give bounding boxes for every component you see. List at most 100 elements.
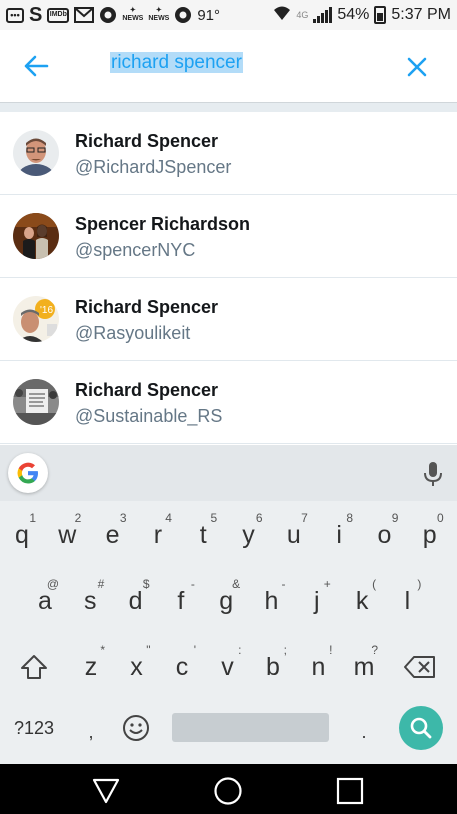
key-j[interactable]: j + — [297, 573, 337, 629]
key-letter: t — [199, 521, 207, 549]
battery-icon — [374, 6, 387, 24]
key-letter: e — [105, 521, 120, 549]
couple-photo-avatar — [13, 213, 59, 259]
avatar[interactable] — [13, 213, 59, 259]
key-s[interactable]: s # — [70, 573, 110, 629]
nav-home-button[interactable] — [213, 776, 243, 806]
clear-search-button[interactable] — [404, 54, 430, 80]
avatar[interactable]: '16 — [13, 296, 59, 342]
key-letter: z — [84, 653, 98, 681]
key-letter: j — [314, 587, 320, 615]
key-w[interactable]: w2 — [47, 507, 87, 563]
network-type: 4G — [296, 10, 309, 20]
arrow-left-icon — [24, 55, 49, 77]
key-hint: ( — [372, 577, 377, 591]
user-result-row[interactable]: Richard Spencer @Sustainable_RS — [0, 361, 457, 444]
key-hint: 7 — [301, 511, 308, 525]
key-u[interactable]: u7 — [274, 507, 314, 563]
key-h[interactable]: h- — [252, 573, 292, 629]
key-k[interactable]: k( — [342, 573, 382, 629]
key-m[interactable]: m? — [344, 639, 384, 695]
black-and-white-protest-photo-avatar — [13, 379, 59, 425]
nav-recents-button[interactable] — [335, 776, 365, 806]
backspace-key[interactable] — [398, 647, 442, 687]
result-handle: @RichardJSpencer — [75, 157, 232, 177]
avatar[interactable] — [13, 130, 59, 176]
news-label: NEWS — [148, 15, 170, 22]
key-y[interactable]: y6 — [229, 507, 269, 563]
key-letter: p — [422, 521, 437, 549]
comma-key[interactable]: , — [74, 717, 108, 747]
news-label: NEWS — [122, 15, 144, 22]
key-b[interactable]: b; — [253, 639, 293, 695]
smiley-icon — [123, 715, 149, 741]
header-divider — [0, 102, 457, 112]
key-f[interactable]: f- — [161, 573, 201, 629]
chrome-icon — [174, 6, 192, 24]
key-i[interactable]: i8 — [319, 507, 359, 563]
imdb-icon: IMDb — [47, 7, 70, 23]
key-letter: r — [153, 521, 163, 549]
home-circle-icon — [214, 777, 242, 805]
key-a[interactable]: a @ — [25, 573, 65, 629]
key-hint: & — [232, 577, 241, 591]
notification-icons: ••• S IMDb ✦ NEWS ✦ NEWS 91° — [6, 3, 220, 26]
key-letter: k — [355, 587, 369, 615]
key-x[interactable]: x " — [117, 639, 157, 695]
symbols-key[interactable]: ?123 — [6, 713, 62, 743]
keyboard-search-button[interactable] — [399, 706, 443, 750]
key-r[interactable]: r4 — [138, 507, 178, 563]
key-hint: 1 — [29, 511, 36, 525]
key-p[interactable]: p0 — [410, 507, 450, 563]
close-icon — [407, 57, 427, 77]
key-d[interactable]: d $ — [116, 573, 156, 629]
key-hint: - — [281, 577, 286, 591]
portrait-with-glasses-avatar — [13, 130, 59, 176]
key-letter: w — [58, 521, 77, 549]
voice-input-button[interactable] — [422, 461, 444, 487]
news-icon: ✦ NEWS — [122, 7, 144, 22]
result-handle: @Rasyoulikeit — [75, 323, 191, 343]
key-hint: * — [100, 643, 105, 657]
space-key[interactable] — [172, 713, 329, 742]
user-result-row[interactable]: Spencer Richardson @spencerNYC — [0, 195, 457, 278]
period-key[interactable]: . — [348, 717, 380, 747]
nav-back-button[interactable] — [91, 776, 121, 806]
key-letter: i — [336, 521, 342, 549]
result-name: Spencer Richardson — [75, 214, 251, 234]
key-o[interactable]: o9 — [364, 507, 404, 563]
emoji-key[interactable] — [118, 711, 154, 745]
back-button[interactable] — [22, 54, 50, 78]
key-letter: c — [175, 653, 189, 681]
user-result-row[interactable]: '16 Richard Spencer @Rasyoulikeit — [0, 278, 457, 361]
key-e[interactable]: e3 — [93, 507, 133, 563]
key-hint: 3 — [119, 511, 127, 525]
key-letter: g — [219, 587, 234, 615]
key-letter: h — [264, 587, 279, 615]
result-name: Richard Spencer — [75, 297, 219, 317]
key-t[interactable]: t5 — [183, 507, 223, 563]
key-hint: 6 — [255, 511, 263, 525]
google-logo-button[interactable] — [8, 453, 48, 493]
user-result-row[interactable]: Richard Spencer @RichardJSpencer — [0, 112, 457, 195]
shift-key[interactable] — [14, 647, 54, 687]
key-l[interactable]: l) — [387, 573, 427, 629]
search-input[interactable]: richard spencer — [110, 52, 243, 78]
signal-icon — [313, 7, 333, 23]
key-q[interactable]: q1 — [2, 507, 42, 563]
key-c[interactable]: c ' — [162, 639, 202, 695]
key-letter: y — [242, 521, 255, 549]
key-hint: " — [146, 643, 151, 657]
key-n[interactable]: n! — [299, 639, 339, 695]
key-hint: 9 — [391, 511, 399, 525]
key-g[interactable]: g & — [206, 573, 246, 629]
key-v[interactable]: v: — [208, 639, 248, 695]
key-z[interactable]: z * — [71, 639, 111, 695]
key-hint: @ — [46, 577, 59, 591]
s-app-icon: S — [29, 3, 43, 26]
app-screen: ••• S IMDb ✦ NEWS ✦ NEWS 91° 4G 54% 5:37… — [0, 0, 457, 814]
avatar[interactable] — [13, 379, 59, 425]
key-letter: f — [177, 587, 185, 615]
recents-square-icon — [336, 777, 364, 805]
key-letter: s — [84, 587, 97, 615]
